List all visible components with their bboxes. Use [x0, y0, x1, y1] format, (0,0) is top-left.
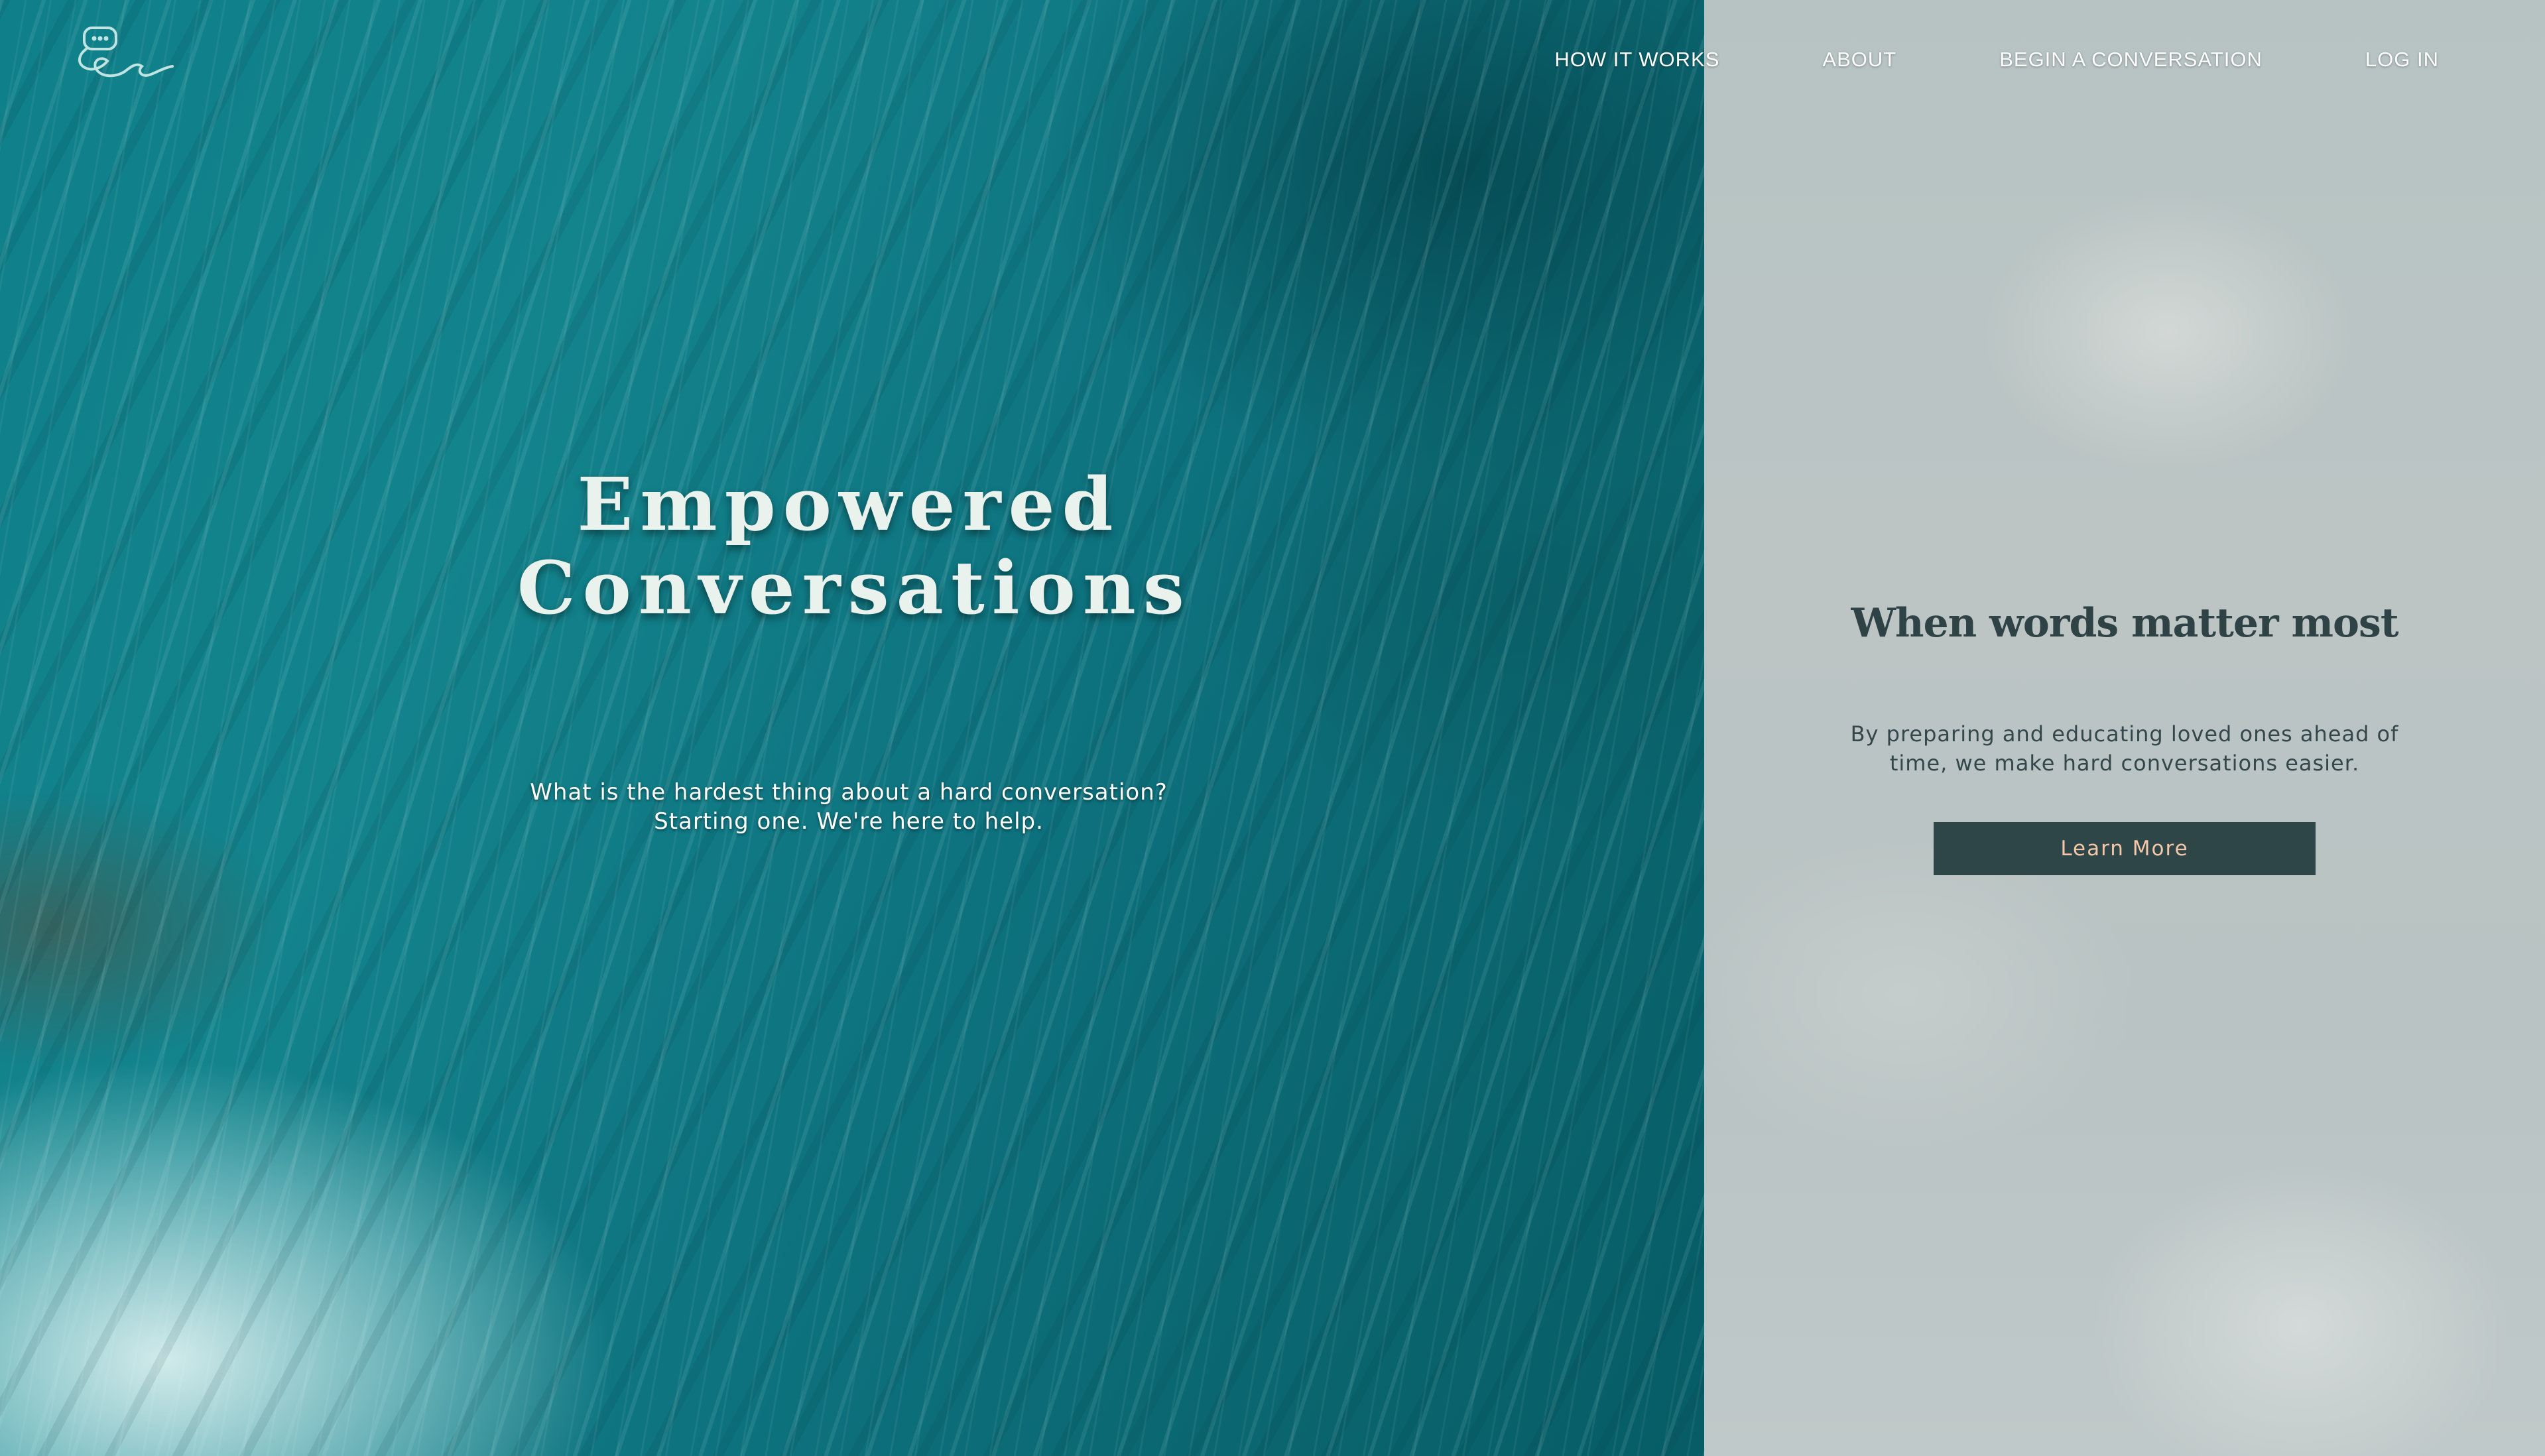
- hero-title-line-2: Conversations: [517, 545, 1192, 631]
- nav-log-in[interactable]: LOG IN: [2365, 48, 2439, 72]
- hero-subtitle-line-2: Starting one. We're here to help.: [654, 808, 1044, 835]
- chat-bubble-ec-logo-icon: [78, 27, 174, 78]
- site-logo[interactable]: [73, 25, 179, 91]
- panel-description-line-2: time, we make hard conversations easier.: [1889, 751, 2360, 776]
- nav-how-it-works[interactable]: HOW IT WORKS: [1554, 48, 1719, 72]
- hero-title: Empowered Conversations: [517, 461, 1184, 630]
- learn-more-button[interactable]: Learn More: [1934, 822, 2316, 875]
- top-navigation: HOW IT WORKS ABOUT BEGIN A CONVERSATION …: [1554, 48, 2439, 72]
- hero-subtitle: What is the hardest thing about a hard c…: [517, 778, 1180, 836]
- nav-about[interactable]: ABOUT: [1822, 48, 1896, 72]
- wave-texture: [0, 0, 1704, 1456]
- hero-subtitle-line-1: What is the hardest thing about a hard c…: [530, 779, 1168, 806]
- panel-description-line-1: By preparing and educating loved ones ah…: [1850, 721, 2399, 747]
- ocean-hero-background: [0, 0, 1704, 1456]
- panel-heading: When words matter most: [1851, 600, 2398, 646]
- hero-title-line-1: Empowered: [577, 461, 1121, 547]
- nav-begin-conversation[interactable]: BEGIN A CONVERSATION: [1999, 48, 2263, 72]
- panel-description: By preparing and educating loved ones ah…: [1837, 719, 2412, 778]
